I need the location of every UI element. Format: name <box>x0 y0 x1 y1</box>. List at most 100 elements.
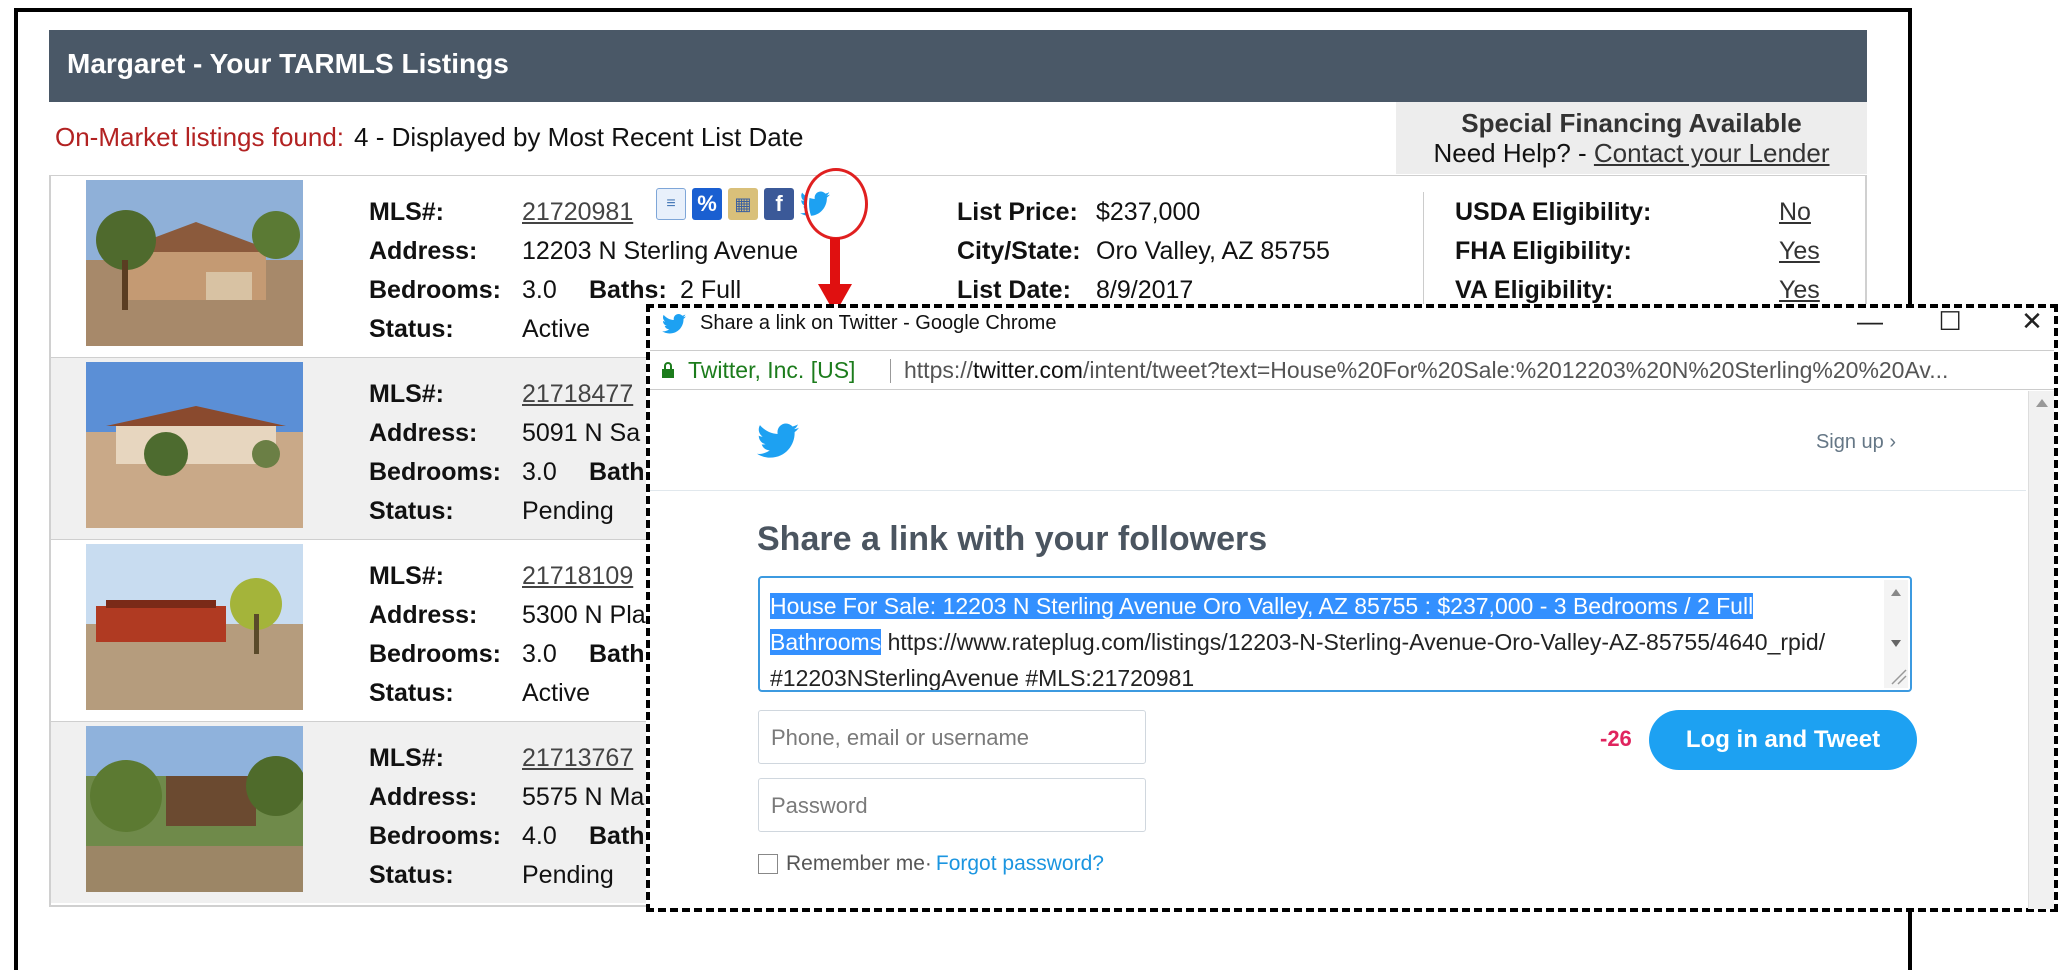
password-input[interactable]: Password <box>758 778 1146 832</box>
address-label: Address: <box>369 419 478 447</box>
share-title: Share a link with your followers <box>757 520 1268 558</box>
textarea-scroll-icon[interactable] <box>1884 580 1908 688</box>
scroll-up-icon[interactable] <box>2036 399 2048 407</box>
mls-label: MLS#: <box>369 198 444 226</box>
listings-found-summary: On-Market listings found: 4 - Displayed b… <box>55 122 803 153</box>
remember-me-checkbox[interactable] <box>758 854 778 874</box>
red-arrow-icon <box>818 238 852 314</box>
window-titlebar[interactable]: Share a link on Twitter - Google Chrome … <box>650 306 2054 340</box>
address-value: 12203 N Sterling Avenue <box>522 237 799 265</box>
baths-value: 2 Full <box>680 276 742 304</box>
address-value: 5575 N Ma <box>522 783 645 811</box>
listing-photo[interactable] <box>86 726 303 892</box>
status-label: Status: <box>369 315 454 343</box>
listing-photo[interactable] <box>86 544 303 710</box>
window-title: Share a link on Twitter - Google Chrome <box>700 312 1057 334</box>
address-value: 5300 N Pla <box>522 601 646 629</box>
page-scrollbar[interactable] <box>2028 391 2054 909</box>
url-separator <box>890 359 891 383</box>
sign-up-link[interactable]: Sign up › <box>1816 431 1896 454</box>
contact-lender-link[interactable]: Contact your Lender <box>1594 138 1830 168</box>
help-text: Need Help? - <box>1433 138 1594 168</box>
fha-value-link[interactable]: Yes <box>1779 237 1820 266</box>
list-price-value: $237,000 <box>1096 198 1201 226</box>
status-value: Active <box>522 315 591 343</box>
baths-label: Bath <box>589 458 645 486</box>
url-scheme: https:// <box>904 357 974 383</box>
document-icon[interactable]: ≡ <box>656 188 686 220</box>
city-state-value: Oro Valley, AZ 85755 <box>1096 237 1330 265</box>
mls-label: MLS#: <box>369 744 444 772</box>
address-value: 5091 N Sa <box>522 419 641 447</box>
remember-me-label[interactable]: Remember me <box>786 852 925 876</box>
mls-number-link[interactable]: 21713767 <box>522 744 633 773</box>
twitter-highlight-circle <box>804 168 868 240</box>
character-counter: -26 <box>1600 726 1632 751</box>
forgot-password-link[interactable]: Forgot password? <box>936 852 1104 876</box>
address-label: Address: <box>369 783 478 811</box>
usda-value-link[interactable]: No <box>1779 198 1811 227</box>
tweet-rest-text: https://www.rateplug.com/listings/12203-… <box>770 629 1826 691</box>
remember-row: Remember me · Forgot password? <box>758 852 1104 876</box>
listings-header: Margaret - Your TARMLS Listings <box>49 30 1867 102</box>
city-state-label: City/State: <box>957 237 1081 265</box>
status-value: Pending <box>522 861 614 889</box>
fha-label: FHA Eligibility: <box>1455 237 1632 265</box>
url-host: twitter.com <box>973 357 1083 383</box>
twitter-logo-icon <box>757 423 799 458</box>
va-label: VA Eligibility: <box>1455 276 1614 304</box>
calculator-icon[interactable]: ▦ <box>728 188 758 220</box>
tweet-textarea[interactable]: House For Sale: 12203 N Sterling Avenue … <box>758 576 1912 692</box>
status-label: Status: <box>369 861 454 889</box>
url-path: /intent/tweet?text=House%20For%20Sale:%2… <box>1082 357 1949 383</box>
found-count-text: 4 - Displayed by Most Recent List Date <box>354 122 804 152</box>
bedrooms-value: 4.0 <box>522 822 557 850</box>
bedrooms-value: 3.0 <box>522 640 557 668</box>
lock-icon <box>662 362 674 378</box>
found-label: On-Market listings found: <box>55 122 345 152</box>
baths-label: Baths: <box>589 276 667 304</box>
financing-box: Special Financing Available Need Help? -… <box>1396 102 1867 174</box>
bedrooms-label: Bedrooms: <box>369 276 501 304</box>
percent-icon[interactable]: % <box>692 188 722 220</box>
usda-label: USDA Eligibility: <box>1455 198 1652 226</box>
url-text[interactable]: https://twitter.com/intent/tweet?text=Ho… <box>904 357 2044 384</box>
status-value: Pending <box>522 497 614 525</box>
address-label: Address: <box>369 237 478 265</box>
bedrooms-value: 3.0 <box>522 276 557 304</box>
facebook-icon[interactable]: f <box>764 188 794 220</box>
mls-number-link[interactable]: 21718109 <box>522 562 633 591</box>
listing-photo[interactable] <box>86 362 303 528</box>
close-button[interactable]: ✕ <box>2012 306 2052 337</box>
status-label: Status: <box>369 497 454 525</box>
secure-origin-label: Twitter, Inc. [US] <box>688 357 856 383</box>
bedrooms-label: Bedrooms: <box>369 640 501 668</box>
page-title: Margaret - Your TARMLS Listings <box>67 48 509 79</box>
username-input[interactable]: Phone, email or username <box>758 710 1146 764</box>
twitter-header: Sign up › <box>650 391 2026 491</box>
status-label: Status: <box>369 679 454 707</box>
minimize-button[interactable]: — <box>1850 306 1890 337</box>
financing-title: Special Financing Available <box>1461 108 1802 138</box>
maximize-button[interactable]: ☐ <box>1930 306 1970 337</box>
status-value: Active <box>522 679 591 707</box>
va-value-link[interactable]: Yes <box>1779 276 1820 305</box>
separator-dot: · <box>924 852 932 875</box>
list-price-label: List Price: <box>957 198 1078 226</box>
mls-label: MLS#: <box>369 380 444 408</box>
address-label: Address: <box>369 601 478 629</box>
mls-number-link[interactable]: 21718477 <box>522 380 633 409</box>
bedrooms-value: 3.0 <box>522 458 557 486</box>
log-in-and-tweet-button[interactable]: Log in and Tweet <box>1649 710 1917 770</box>
bedrooms-label: Bedrooms: <box>369 822 501 850</box>
list-date-label: List Date: <box>957 276 1071 304</box>
bedrooms-label: Bedrooms: <box>369 458 501 486</box>
list-date-value: 8/9/2017 <box>1096 276 1194 304</box>
address-bar[interactable]: Twitter, Inc. [US] https://twitter.com/i… <box>650 350 2054 390</box>
listing-photo[interactable] <box>86 180 303 346</box>
mls-label: MLS#: <box>369 562 444 590</box>
baths-label: Bath <box>589 822 645 850</box>
baths-label: Bath <box>589 640 645 668</box>
twitter-share-popup: Share a link on Twitter - Google Chrome … <box>646 304 2058 912</box>
mls-number-link[interactable]: 21720981 <box>522 198 633 227</box>
